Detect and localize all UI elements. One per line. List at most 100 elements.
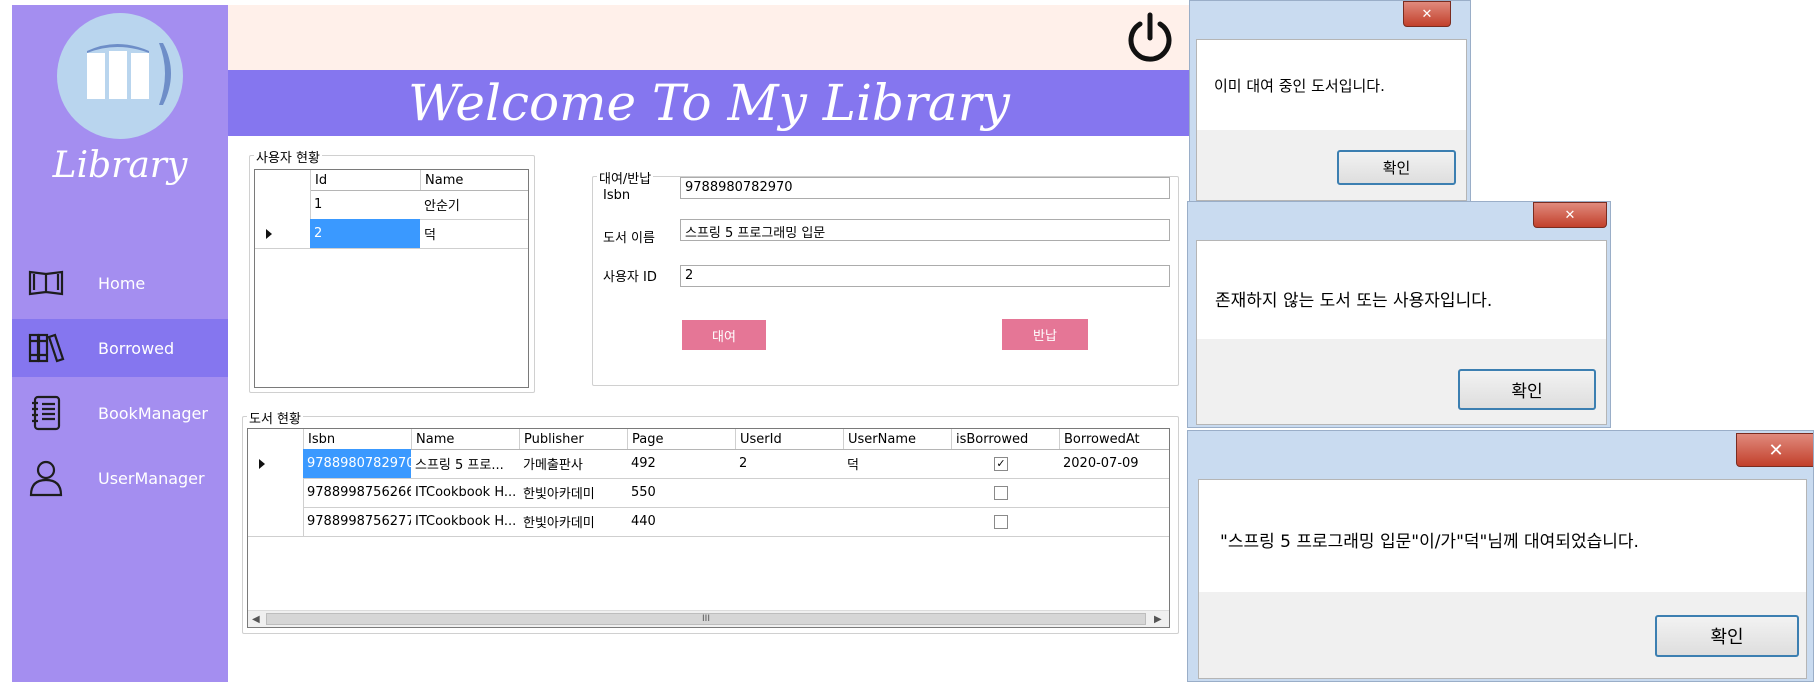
cell-name[interactable]: ITCookbook H... (411, 507, 519, 536)
cell-isborrowed[interactable] (951, 507, 1059, 536)
cell-isbn[interactable]: 9788998756266 (303, 478, 411, 507)
books-grid[interactable]: Isbn Name Publisher Page UserId UserName… (247, 428, 1170, 628)
sidebar-item-label: Home (98, 273, 146, 293)
top-strip (228, 5, 1190, 70)
isbn-label: Isbn (603, 188, 631, 203)
cell-username[interactable] (843, 507, 951, 536)
row-header[interactable] (248, 449, 304, 478)
cell-id[interactable]: 2 (310, 219, 420, 248)
cell-username[interactable]: 덕 (843, 449, 951, 478)
bookname-label: 도서 이름 (603, 231, 655, 246)
borrowed-checkbox[interactable] (994, 514, 1008, 529)
ok-button[interactable]: 확인 (1655, 615, 1799, 657)
cell-page[interactable]: 492 (627, 449, 735, 478)
cell-userid[interactable] (735, 478, 843, 507)
user-icon (24, 458, 68, 498)
table-row[interactable]: 1 안순기 (255, 190, 528, 220)
scroll-left-arrow-icon[interactable]: ◀ (252, 614, 260, 625)
notebook-icon (24, 393, 68, 433)
cell-name[interactable]: 덕 (420, 219, 530, 248)
cell-borrowedat[interactable] (1059, 507, 1169, 536)
users-grid-header: Id Name (255, 170, 528, 191)
close-button[interactable]: ✕ (1403, 1, 1451, 27)
cell-borrowedat[interactable]: 2020-07-09 (1059, 449, 1169, 478)
row-header[interactable] (248, 478, 304, 507)
cell-isborrowed[interactable]: ✓ (951, 449, 1059, 478)
cell-name[interactable]: 안순기 (420, 190, 530, 219)
scroll-thumb[interactable]: III (266, 613, 1146, 625)
cell-publisher[interactable]: 가메출판사 (519, 449, 627, 478)
row-header-corner (255, 170, 311, 190)
sidebar-item-label: BookManager (98, 403, 208, 423)
dialog-body: 존재하지 않는 도서 또는 사용자입니다. 확인 (1196, 240, 1607, 425)
table-row[interactable]: 2 덕 (255, 219, 528, 249)
users-grid[interactable]: Id Name 1 안순기 2 덕 (254, 169, 529, 388)
cell-borrowedat[interactable] (1059, 478, 1169, 507)
cell-isbn[interactable]: 9788998756277 (303, 507, 411, 536)
column-header-page[interactable]: Page (627, 429, 735, 449)
cell-id[interactable]: 1 (310, 190, 420, 219)
row-header[interactable] (255, 190, 311, 219)
table-row[interactable]: 9788998756277 ITCookbook H... 한빛아카데미 440 (248, 507, 1169, 537)
cell-page[interactable]: 550 (627, 478, 735, 507)
return-button[interactable]: 반납 (1002, 319, 1088, 350)
ok-button[interactable]: 확인 (1458, 369, 1596, 410)
sidebar-item-label: UserManager (98, 468, 205, 488)
cell-name[interactable]: ITCookbook H... (411, 478, 519, 507)
cell-publisher[interactable]: 한빛아카데미 (519, 507, 627, 536)
borrowed-checkbox[interactable]: ✓ (994, 456, 1008, 471)
cell-isbn[interactable]: 9788980782970 (303, 449, 411, 478)
borrowed-checkbox[interactable] (994, 485, 1008, 500)
bookname-field[interactable]: 스프링 5 프로그래밍 입문 (680, 219, 1170, 241)
column-header-publisher[interactable]: Publisher (519, 429, 627, 449)
userid-field[interactable]: 2 (680, 265, 1170, 287)
sidebar-item-home[interactable]: Home (12, 254, 228, 312)
column-header-isborrowed[interactable]: isBorrowed (951, 429, 1059, 449)
ok-button[interactable]: 확인 (1337, 150, 1456, 185)
column-header-username[interactable]: UserName (843, 429, 951, 449)
column-header-userid[interactable]: UserId (735, 429, 843, 449)
cell-userid[interactable]: 2 (735, 449, 843, 478)
column-header-name[interactable]: Name (411, 429, 519, 449)
cell-page[interactable]: 440 (627, 507, 735, 536)
rent-button[interactable]: 대여 (682, 320, 766, 350)
sidebar-item-usermanager[interactable]: UserManager (12, 449, 228, 507)
rent-group-title: 대여/반납 (597, 168, 654, 187)
close-icon: ✕ (1564, 207, 1576, 223)
column-header-borrowedat[interactable]: BorrowedAt (1059, 429, 1169, 449)
column-header-isbn[interactable]: Isbn (303, 429, 411, 449)
close-button[interactable]: ✕ (1736, 433, 1813, 467)
welcome-banner: Welcome To My Library (228, 70, 1190, 136)
current-row-arrow-icon (266, 228, 272, 239)
sidebar-item-borrowed[interactable]: Borrowed (12, 319, 228, 377)
row-header[interactable] (248, 507, 304, 536)
cell-publisher[interactable]: 한빛아카데미 (519, 478, 627, 507)
cell-isborrowed[interactable] (951, 478, 1059, 507)
sidebar-item-bookmanager[interactable]: BookManager (12, 384, 228, 442)
table-row[interactable]: 9788998756266 ITCookbook H... 한빛아카데미 550 (248, 478, 1169, 508)
dialog-message: 이미 대여 중인 도서입니다. (1214, 77, 1385, 95)
column-header-id[interactable]: Id (310, 170, 420, 190)
isbn-field[interactable]: 9788980782970 (680, 177, 1170, 199)
logo-text: Library (52, 145, 188, 186)
userid-label: 사용자 ID (603, 270, 657, 285)
power-icon (1128, 12, 1172, 62)
power-button[interactable] (1122, 10, 1178, 66)
users-group-title: 사용자 현황 (254, 147, 322, 166)
cell-username[interactable] (843, 478, 951, 507)
dialog-rent-success: ✕ "스프링 5 프로그래밍 입문"이/가"덕"님께 대여되었습니다. 확인 (1187, 430, 1814, 682)
scroll-right-arrow-icon[interactable]: ▶ (1154, 614, 1162, 625)
cell-name[interactable]: 스프링 5 프로... (411, 449, 519, 478)
horizontal-scrollbar[interactable]: ◀ III ▶ (248, 610, 1169, 627)
sidebar: Library Home Borrowed BookManager UserMa… (12, 5, 228, 682)
row-header[interactable] (255, 219, 311, 248)
close-button[interactable]: ✕ (1533, 202, 1607, 228)
table-row[interactable]: 9788980782970 스프링 5 프로... 가메출판사 492 2 덕 … (248, 449, 1169, 479)
dialog-body: 이미 대여 중인 도서입니다. 확인 (1196, 39, 1467, 201)
books-grid-header: Isbn Name Publisher Page UserId UserName… (248, 429, 1169, 450)
cell-userid[interactable] (735, 507, 843, 536)
book-open-icon (24, 263, 68, 303)
column-header-name[interactable]: Name (420, 170, 530, 190)
close-icon: ✕ (1421, 6, 1433, 22)
current-row-arrow-icon (259, 458, 265, 469)
